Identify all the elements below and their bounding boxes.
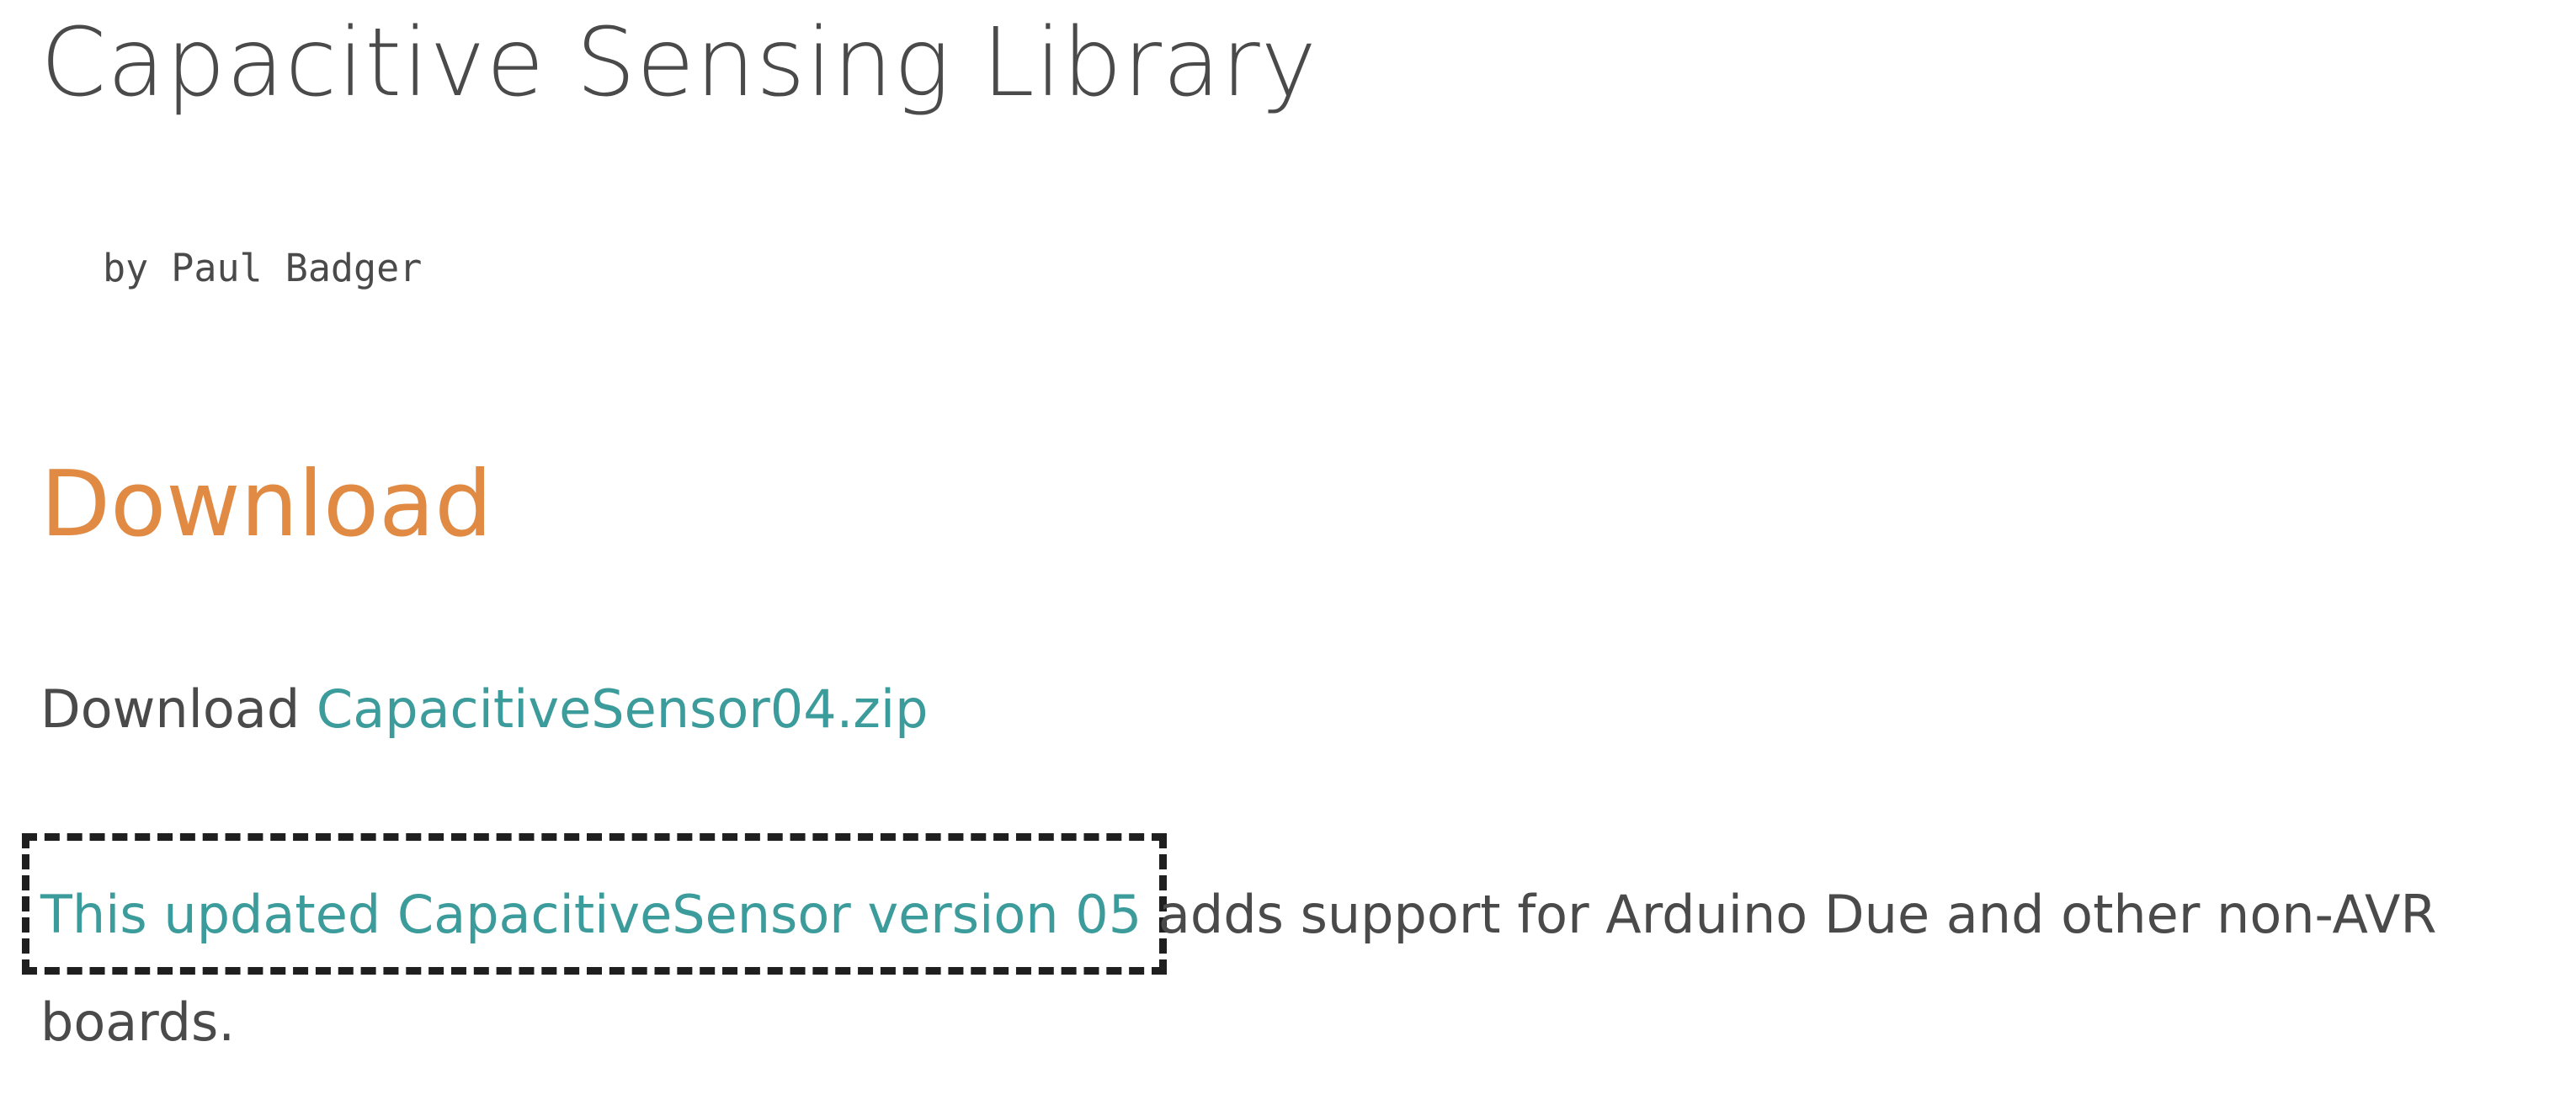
update-description-text: adds support for Arduino Due and other n…	[1142, 884, 2437, 945]
author-byline: by Paul Badger	[103, 246, 423, 290]
download-heading: Download	[40, 452, 492, 557]
download-zip-link[interactable]: CapacitiveSensor04.zip	[317, 678, 929, 740]
update-paragraph-continuation: boards.	[40, 991, 236, 1053]
download-paragraph: Download CapacitiveSensor04.zip	[40, 678, 928, 741]
download-prefix-text: Download	[40, 678, 317, 740]
update-paragraph: This updated CapacitiveSensor version 05…	[40, 884, 2437, 946]
page-title: Capacitive Sensing Library	[40, 8, 1317, 118]
updated-version-link[interactable]: This updated CapacitiveSensor version 05	[40, 884, 1142, 945]
